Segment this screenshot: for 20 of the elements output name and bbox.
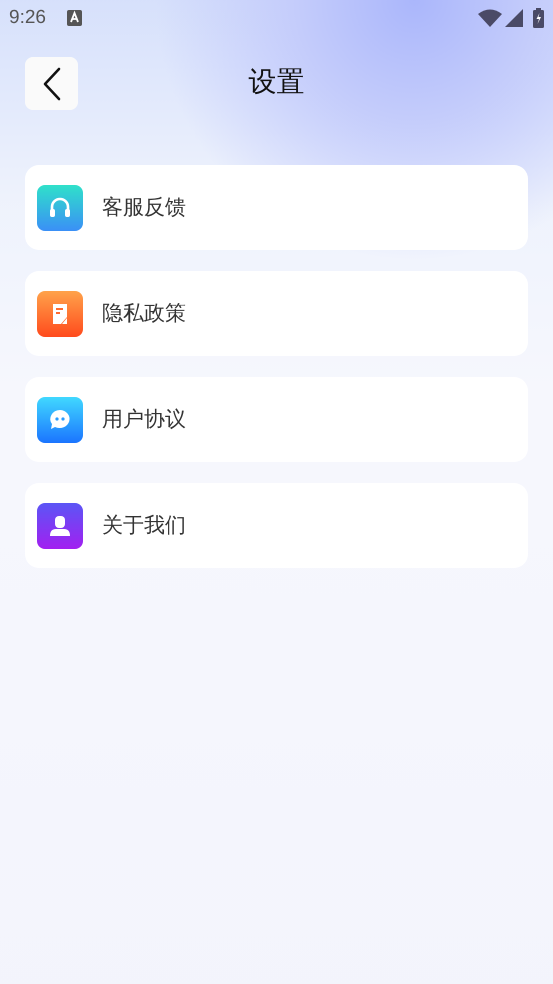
settings-item[interactable]: 隐私政策 — [25, 271, 528, 356]
status-time: 9:26 — [9, 6, 46, 30]
person-icon — [37, 502, 83, 548]
keyboard-notification-icon — [66, 10, 82, 26]
item-label: 客服反馈 — [102, 194, 186, 221]
back-button[interactable] — [25, 57, 78, 110]
settings-item[interactable]: 用户协议 — [25, 377, 528, 462]
page-title: 设置 — [248, 65, 304, 99]
document-icon — [37, 290, 83, 336]
settings-item[interactable]: 关于我们 — [25, 483, 528, 568]
signal-icon — [505, 9, 523, 27]
item-label: 隐私政策 — [102, 300, 186, 327]
battery-icon — [533, 8, 544, 28]
wifi-icon — [478, 9, 502, 27]
headset-icon — [37, 184, 83, 230]
item-label: 关于我们 — [102, 512, 186, 539]
back-icon — [42, 66, 62, 100]
chat-icon — [37, 396, 83, 442]
item-label: 用户协议 — [102, 406, 186, 433]
settings-item[interactable]: 客服反馈 — [25, 165, 528, 250]
